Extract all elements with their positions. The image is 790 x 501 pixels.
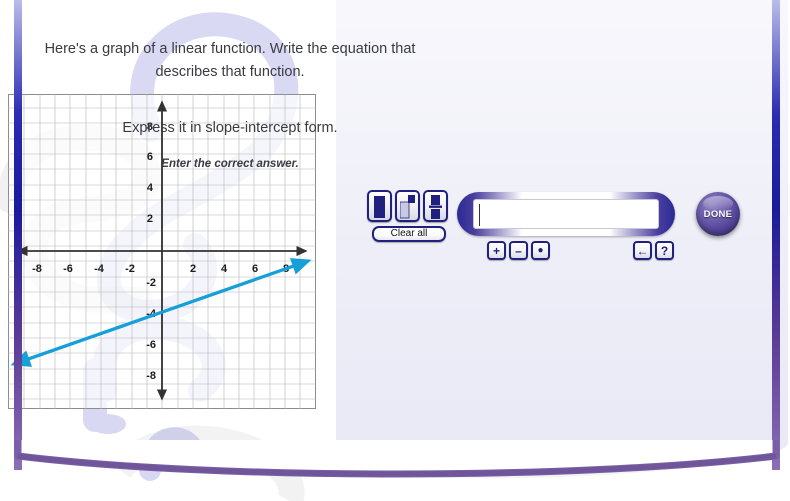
help-button[interactable]: ?	[655, 241, 674, 260]
coordinate-graph-svg: -8 -6 -4 -2 2 4 6 8 8 6 4 2 -2 -4 -6 -8	[8, 94, 316, 409]
exercise-screen: -8 -6 -4 -2 2 4 6 8 8 6 4 2 -2 -4 -6 -8	[0, 0, 790, 501]
panel-right-border	[772, 0, 780, 470]
x-tick-4: 4	[221, 263, 228, 275]
x-tick--8: -8	[32, 263, 42, 275]
decimal-point-button[interactable]: ●	[531, 241, 550, 260]
template-button-row	[367, 190, 448, 222]
y-tick-2: 2	[147, 213, 153, 225]
exponent-template-button[interactable]	[395, 190, 420, 222]
box-template-button[interactable]	[367, 190, 392, 222]
panel-left-border	[14, 0, 22, 470]
clear-all-button[interactable]: Clear all	[372, 226, 446, 242]
question-instruction: Express it in slope-intercept form.	[122, 120, 338, 136]
fraction-template-button[interactable]	[423, 190, 448, 222]
answer-input-shell	[457, 192, 675, 236]
navigation-button-row: ← ?	[633, 241, 674, 260]
x-tick-2: 2	[190, 263, 196, 275]
plus-button[interactable]: +	[487, 241, 506, 260]
done-button[interactable]: DONE	[696, 192, 740, 236]
question-prompt: Here's a graph of a linear function. Wri…	[44, 41, 416, 81]
y-tick--2: -2	[146, 277, 156, 289]
y-tick--6: -6	[146, 339, 156, 351]
x-tick--4: -4	[94, 263, 105, 275]
backspace-button[interactable]: ←	[633, 241, 652, 260]
question-hint: Enter the correct answer.	[161, 158, 299, 170]
operator-button-row: + – ●	[487, 241, 550, 260]
answer-input[interactable]	[473, 199, 659, 229]
empty-box-icon	[374, 196, 385, 218]
fraction-box-icon	[429, 195, 442, 219]
done-button-label: DONE	[703, 208, 733, 220]
panel-bottom-border	[14, 440, 780, 478]
x-tick--6: -6	[63, 263, 73, 275]
coordinate-graph: -8 -6 -4 -2 2 4 6 8 8 6 4 2 -2 -4 -6 -8	[8, 94, 316, 409]
x-tick--2: -2	[125, 263, 135, 275]
text-caret	[479, 204, 480, 226]
y-tick--8: -8	[146, 370, 156, 382]
superscript-box-icon	[400, 195, 415, 219]
minus-button[interactable]: –	[509, 241, 528, 260]
x-tick-6: 6	[252, 263, 258, 275]
y-tick-4: 4	[147, 182, 154, 194]
